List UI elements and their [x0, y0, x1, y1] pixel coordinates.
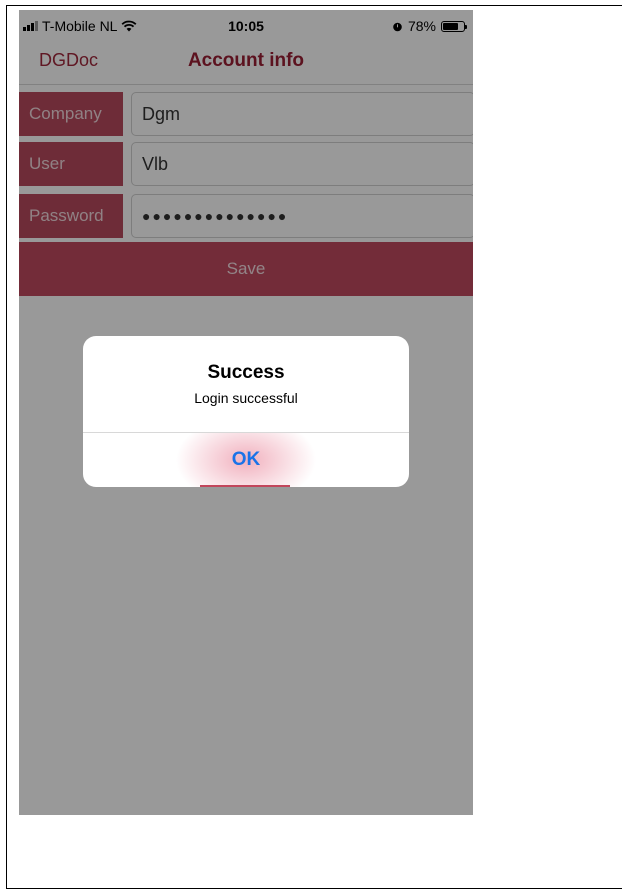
success-alert: Success Login successful OK [83, 336, 409, 487]
alert-message: Login successful [194, 390, 298, 406]
touch-highlight [200, 485, 290, 487]
ok-button[interactable]: OK [83, 433, 409, 487]
phone-screen: T-Mobile NL 10:05 78% DGDoc Account info… [19, 10, 473, 815]
alert-title: Success [207, 362, 285, 383]
